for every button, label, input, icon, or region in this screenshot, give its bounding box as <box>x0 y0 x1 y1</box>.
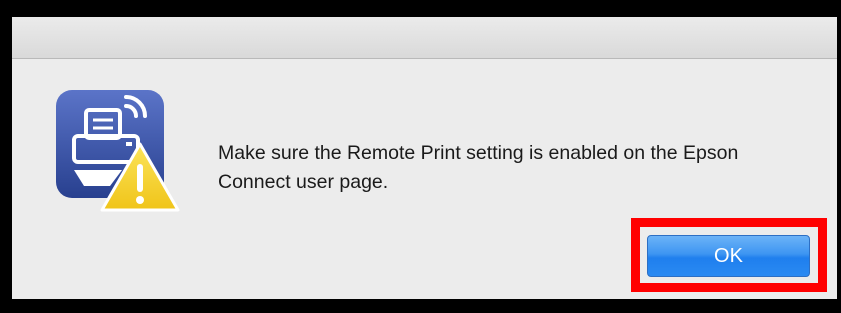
ok-button[interactable]: OK <box>647 235 810 277</box>
dialog-frame: Make sure the Remote Print setting is en… <box>0 0 841 313</box>
dialog-message: Make sure the Remote Print setting is en… <box>218 142 739 193</box>
printer-warning-icon <box>56 90 181 215</box>
alert-dialog: Make sure the Remote Print setting is en… <box>12 17 837 299</box>
title-bar[interactable] <box>12 17 837 59</box>
